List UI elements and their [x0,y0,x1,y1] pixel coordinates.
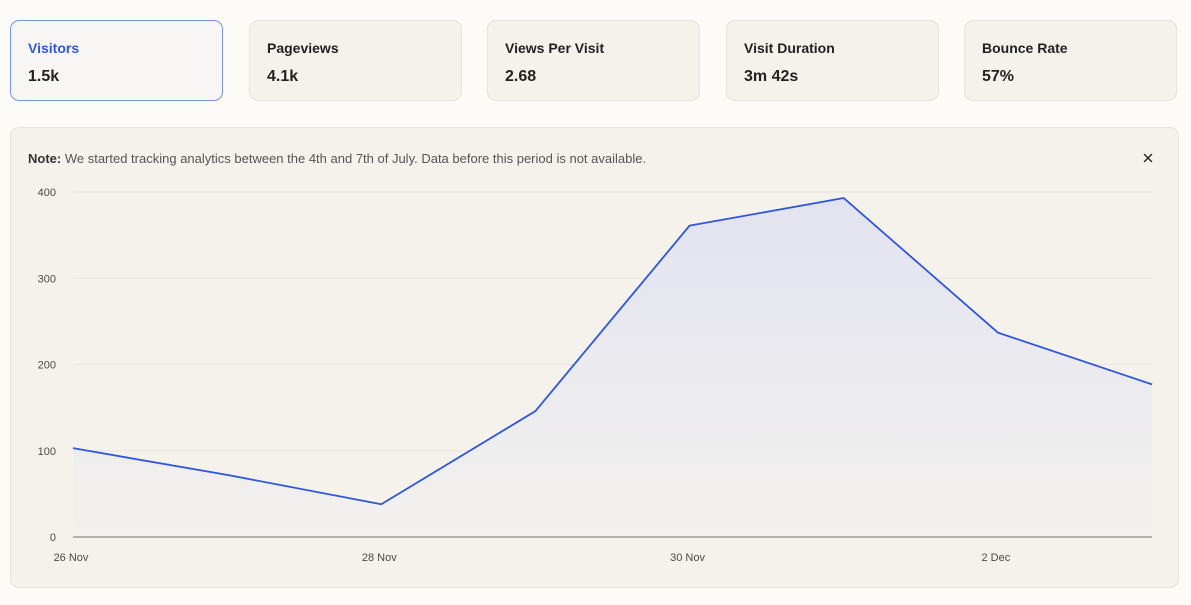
metric-value: 2.68 [505,68,537,85]
metric-card-pageviews[interactable]: Pageviews 4.1k [249,20,462,101]
metric-card-views-per-visit[interactable]: Views Per Visit 2.68 [487,20,700,101]
data-point [1150,382,1154,386]
metric-card-visit-duration[interactable]: Visit Duration 3m 42s [726,20,939,101]
visitors-chart: 0 100 200 300 400 26 Nov 28 Nov 30 Nov 2 Dec [38,187,1154,564]
data-point [533,409,537,413]
data-point [71,446,75,450]
y-tick-label: 100 [38,446,56,458]
metric-cards: Visitors 1.5k Pageviews 4.1k Views Per V… [10,20,1179,103]
metric-label: Visit Duration [744,40,835,56]
x-tick-label: 30 Nov [670,552,705,564]
visitors-area [73,198,1152,537]
metric-value: 1.5k [28,68,60,85]
metric-label: Pageviews [267,40,339,56]
metric-card-visitors[interactable]: Visitors 1.5k [10,20,223,101]
data-point [996,331,1000,335]
metric-value: 4.1k [267,68,299,85]
metric-value: 57% [982,68,1015,85]
y-tick-label: 300 [38,273,56,285]
x-tick-label: 28 Nov [362,552,397,564]
data-point [842,196,846,200]
metric-label: Views Per Visit [505,40,605,56]
x-tick-label: 2 Dec [981,552,1010,564]
y-tick-label: 0 [50,532,56,544]
data-point [688,224,692,228]
x-tick-label: 26 Nov [54,552,89,564]
metric-value: 3m 42s [744,68,799,85]
data-point [225,473,229,477]
metric-label: Bounce Rate [982,40,1068,56]
y-tick-label: 400 [38,187,56,199]
metric-label: Visitors [28,40,80,56]
metric-card-bounce-rate[interactable]: Bounce Rate 57% [964,20,1177,101]
chart-panel: Note: We started tracking analytics betw… [10,127,1179,588]
data-point [379,502,383,506]
y-tick-label: 200 [38,360,56,372]
